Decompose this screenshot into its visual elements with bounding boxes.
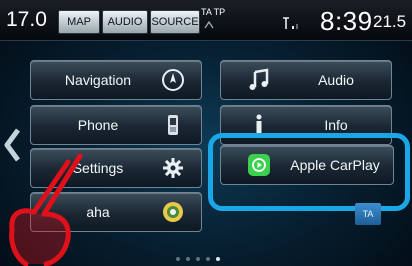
- phone-label: Phone: [77, 117, 119, 133]
- pointing-hand-icon: [9, 153, 83, 266]
- map-button[interactable]: MAP: [58, 10, 100, 34]
- page-dot-active: [216, 257, 220, 261]
- page-indicator: [176, 248, 226, 266]
- mobile-phone-icon: [168, 115, 178, 135]
- traffic-info-icon: [204, 20, 214, 29]
- ta-tp-indicator: TA TP: [201, 7, 226, 17]
- signal-strength-icon: [283, 17, 298, 29]
- carplay-highlight-frame: [208, 133, 410, 211]
- audio-label: Audio: [318, 72, 354, 88]
- page-dot: [196, 257, 200, 261]
- music-note-icon: [249, 68, 269, 90]
- compass-icon: [162, 69, 184, 91]
- temperature-right[interactable]: 21.5: [373, 12, 406, 32]
- source-button[interactable]: SOURCE: [150, 10, 200, 34]
- aha-icon: [163, 202, 183, 222]
- navigation-button[interactable]: Navigation: [30, 60, 202, 100]
- page-dot: [176, 257, 180, 261]
- ta-button[interactable]: TA: [355, 203, 381, 225]
- navigation-label: Navigation: [64, 72, 132, 88]
- clock: 8:39: [320, 6, 373, 36]
- gear-icon: [163, 158, 183, 178]
- status-bar: 17.0 MAP AUDIO SOURCE TA TP 8:39 21.5: [0, 0, 412, 41]
- page-dot: [206, 257, 210, 261]
- temperature-left[interactable]: 17.0: [6, 8, 47, 32]
- page-dot: [186, 257, 190, 261]
- audio-button[interactable]: AUDIO: [102, 10, 148, 34]
- audio-menu-button[interactable]: Audio: [220, 60, 392, 100]
- phone-button[interactable]: Phone: [30, 105, 202, 145]
